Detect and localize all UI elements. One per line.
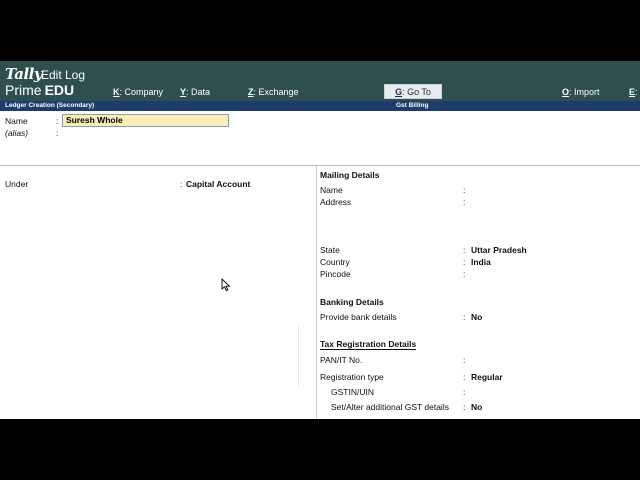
gst-details-value[interactable]: No	[471, 402, 482, 412]
state-colon: :	[463, 245, 466, 255]
menu-company-label: : Company	[119, 87, 164, 97]
top-bar: Tally Prime EDU Edit Log K: Company Y: Da…	[0, 61, 640, 101]
tally-screen: Tally Prime EDU Edit Log K: Company Y: Da…	[0, 61, 640, 419]
under-value[interactable]: Capital Account	[186, 179, 250, 189]
banking-details-heading: Banking Details	[320, 297, 384, 307]
pan-colon: :	[463, 355, 466, 365]
pincode-label: Pincode	[320, 269, 351, 279]
menu-export-label: :	[635, 87, 638, 97]
provide-bank-details-label: Provide bank details	[320, 312, 397, 322]
menu-import-key: O	[562, 87, 570, 97]
screen-title: Edit Log	[41, 68, 86, 82]
country-value[interactable]: India	[471, 257, 491, 267]
alias-colon: :	[56, 128, 59, 138]
tax-registration-heading: Tax Registration Details	[320, 339, 417, 350]
ledger-creation-label: Ledger Creation (Secondary)	[5, 102, 95, 109]
menu-export[interactable]: E:	[629, 87, 638, 97]
name-label: Name	[5, 116, 28, 126]
registration-type-colon: :	[463, 372, 466, 382]
divider-horizontal	[0, 165, 640, 166]
gst-details-label: Set/Alter additional GST details	[331, 402, 449, 412]
under-colon: :	[180, 179, 183, 189]
gstin-label: GSTIN/UIN	[331, 387, 374, 397]
name-input[interactable]: Suresh Whole	[62, 114, 229, 127]
country-colon: :	[463, 257, 466, 267]
pan-label: PAN/IT No.	[320, 355, 363, 365]
name-colon: :	[56, 116, 59, 126]
gst-details-colon: :	[463, 402, 466, 412]
sub-title-bar: Ledger Creation (Secondary) Gst Billing	[0, 101, 640, 111]
address-label: Address	[320, 197, 352, 207]
under-label: Under	[5, 179, 29, 189]
pincode-colon: :	[463, 269, 466, 279]
tally-logo: Tally	[5, 65, 43, 83]
menu-goto[interactable]: G: Go To	[384, 84, 442, 99]
menu-data[interactable]: Y: Data	[180, 87, 210, 97]
mailing-name-label: Name	[320, 185, 343, 195]
alias-input[interactable]	[62, 127, 229, 139]
menu-import[interactable]: O: Import	[562, 87, 600, 97]
divider-faint	[298, 326, 299, 386]
menu-data-label: : Data	[186, 87, 211, 97]
registration-type-value[interactable]: Regular	[471, 372, 503, 382]
company-name-label: Gst Billing	[396, 102, 429, 109]
address-colon: :	[463, 197, 466, 207]
logo-prime-text: Prime	[5, 82, 42, 98]
provide-bank-details-value[interactable]: No	[471, 312, 482, 322]
divider-vertical	[316, 166, 317, 419]
menu-exchange[interactable]: Z: Exchange	[248, 87, 299, 97]
registration-type-label: Registration type	[320, 372, 384, 382]
state-value[interactable]: Uttar Pradesh	[471, 245, 527, 255]
logo-edu-text: EDU	[44, 82, 75, 98]
mouse-pointer-icon	[221, 278, 231, 292]
menu-goto-label: : Go To	[402, 87, 431, 97]
gstin-colon: :	[463, 387, 466, 397]
menu-exchange-label: : Exchange	[253, 87, 299, 97]
menu-company[interactable]: K: Company	[113, 87, 163, 97]
mailing-name-colon: :	[463, 185, 466, 195]
alias-label: (alias)	[5, 128, 29, 138]
country-label: Country	[320, 257, 350, 267]
mailing-details-heading: Mailing Details	[320, 170, 380, 180]
prime-logo: Prime EDU	[5, 82, 74, 98]
menu-import-label: : Import	[569, 87, 600, 97]
state-label: State	[320, 245, 340, 255]
provide-bank-details-colon: :	[463, 312, 466, 322]
